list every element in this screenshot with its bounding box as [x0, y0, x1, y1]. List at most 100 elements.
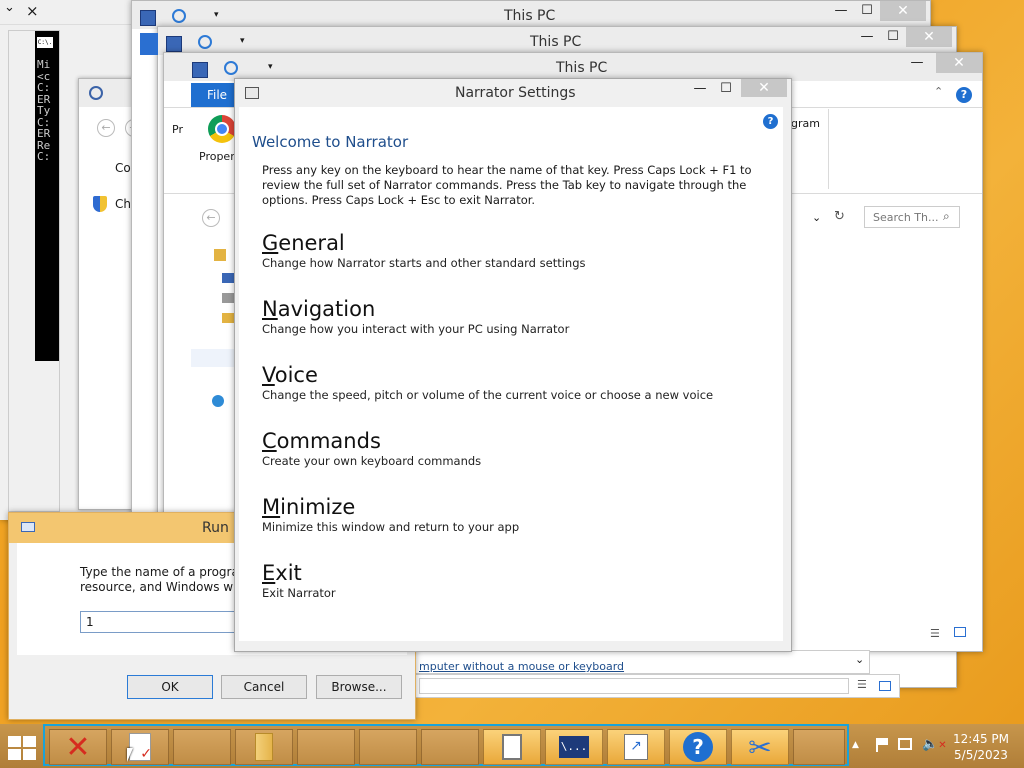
- cancel-button[interactable]: Cancel: [221, 675, 307, 699]
- search-box[interactable]: Search Th... ⌕: [864, 206, 960, 228]
- help-icon[interactable]: ?: [763, 114, 778, 129]
- minimize-button[interactable]: —: [904, 53, 930, 73]
- run-description-line1: Type the name of a program,: [80, 565, 255, 579]
- close-button[interactable]: ✕: [741, 79, 787, 97]
- scissors-icon: ✂: [748, 730, 772, 764]
- collapse-ribbon-icon[interactable]: ⌃: [934, 85, 943, 98]
- cmd-console: C:\. Mi <c C: ER Ty C: ER Re C:: [35, 31, 59, 361]
- ease-of-access-link[interactable]: mputer without a mouse or keyboard: [419, 660, 839, 673]
- folder-icon: [255, 733, 273, 761]
- back-arrow-icon[interactable]: ←: [97, 119, 115, 137]
- address-dropdown-icon[interactable]: ⌄: [812, 211, 821, 224]
- computer-icon: [192, 62, 208, 78]
- pictures-icon: [222, 313, 234, 323]
- voice-link[interactable]: Voice Change the speed, pitch or volume …: [262, 363, 713, 402]
- close-button[interactable]: ✕: [880, 1, 926, 21]
- mouse-cursor: [127, 748, 133, 762]
- commands-link[interactable]: Commands Create your own keyboard comman…: [262, 429, 481, 468]
- maximize-button[interactable]: ☐: [713, 79, 739, 99]
- search-icon[interactable]: ⌕: [943, 209, 950, 224]
- help-icon: ?: [683, 732, 713, 762]
- quick-access-icon: [214, 249, 226, 261]
- navigation-link[interactable]: Navigation Change how you interact with …: [262, 297, 569, 336]
- taskbar-app-explorer[interactable]: [235, 729, 293, 765]
- close-button[interactable]: ✕: [936, 53, 982, 73]
- run-input[interactable]: 1: [80, 611, 240, 633]
- narrator-content: ? Welcome to Narrator Press any key on t…: [239, 107, 783, 641]
- volume-muted-icon[interactable]: 🔈✕: [922, 737, 947, 752]
- windows-logo-icon: [8, 736, 21, 747]
- control-panel-icon: [89, 86, 103, 100]
- desktop-icon: [222, 273, 234, 283]
- taskbar-app-slot-5[interactable]: [297, 729, 355, 765]
- ease-of-access-link-strip: mputer without a mouse or keyboard ⌄: [414, 650, 870, 674]
- clock-time: 12:45 PM: [953, 732, 1009, 746]
- taskbar-app-slot-7[interactable]: [421, 729, 479, 765]
- shortcut-arrow-icon: ↗: [624, 734, 648, 760]
- system-clock[interactable]: 12:45 PM 5/5/2023: [950, 732, 1012, 762]
- shield-icon: [93, 196, 107, 212]
- action-center-flag-icon[interactable]: [876, 738, 890, 752]
- internet-explorer-icon[interactable]: [172, 9, 186, 23]
- taskbar-app-group: ✕ ✓ \... ↗ ? ✂: [43, 724, 849, 766]
- large-icons-view-icon[interactable]: [954, 627, 966, 637]
- taskbar-app-document[interactable]: ✓: [111, 729, 169, 765]
- narrator-title: Narrator Settings: [455, 85, 576, 101]
- dropdown-icon[interactable]: ⌄: [855, 653, 864, 666]
- network-icon[interactable]: [898, 738, 912, 750]
- large-icons-view-icon[interactable]: [879, 681, 891, 691]
- run-title: Run: [202, 520, 229, 536]
- network-icon: [212, 395, 224, 407]
- ok-button[interactable]: OK: [127, 675, 213, 699]
- documents-icon: [222, 293, 234, 303]
- maximize-button[interactable]: ☐: [880, 27, 906, 47]
- window-title: This PC: [504, 8, 556, 24]
- back-arrow-icon[interactable]: ←: [202, 209, 220, 227]
- computer-icon: [166, 36, 182, 52]
- taskbar-app-error[interactable]: ✕: [49, 729, 107, 765]
- taskbar-app-clipboard[interactable]: [483, 729, 541, 765]
- taskbar-app-snipping-tool[interactable]: ✂: [731, 729, 789, 765]
- minimize-button[interactable]: —: [828, 1, 854, 21]
- clipboard-icon: [502, 734, 522, 760]
- minimize-link[interactable]: Minimize Minimize this window and return…: [262, 495, 519, 534]
- dropdown-icon[interactable]: ▾: [214, 10, 219, 20]
- details-view-icon[interactable]: ☰: [857, 678, 867, 691]
- properties-label[interactable]: Proper: [199, 150, 235, 163]
- command-prompt-icon: \...: [559, 736, 589, 758]
- computer-icon: [140, 10, 156, 26]
- narrator-settings-window: Narrator Settings — ☐ ✕ ? Welcome to Nar…: [234, 78, 792, 652]
- taskbar-app-slot-6[interactable]: [359, 729, 417, 765]
- minimize-button[interactable]: —: [687, 79, 713, 99]
- internet-explorer-icon[interactable]: [198, 35, 212, 49]
- taskbar-app-slot-13[interactable]: [793, 729, 845, 765]
- cmd-icon: C:\.: [37, 37, 53, 48]
- maximize-button[interactable]: ☐: [854, 1, 880, 21]
- status-bar: ☰: [414, 674, 900, 698]
- internet-explorer-icon[interactable]: [224, 61, 238, 75]
- taskbar-app-command[interactable]: \...: [545, 729, 603, 765]
- window-title: This PC: [530, 34, 582, 50]
- close-icon[interactable]: ×: [26, 2, 39, 20]
- taskbar-app-slot-3[interactable]: [173, 729, 231, 765]
- close-button[interactable]: ✕: [906, 27, 952, 47]
- dropdown-icon[interactable]: ▾: [268, 62, 273, 72]
- general-link[interactable]: General Change how Narrator starts and o…: [262, 231, 586, 270]
- run-description-line2: resource, and Windows will o: [80, 580, 255, 594]
- help-icon[interactable]: ?: [956, 87, 972, 103]
- start-button[interactable]: [8, 736, 38, 760]
- program-fragment: gram: [791, 117, 820, 130]
- refresh-icon[interactable]: ↻: [834, 209, 845, 224]
- chrome-icon: [208, 115, 236, 143]
- exit-link[interactable]: Exit Exit Narrator: [262, 561, 336, 600]
- dropdown-icon[interactable]: ▾: [240, 36, 245, 46]
- clock-date: 5/5/2023: [954, 748, 1008, 762]
- chevron-down-icon[interactable]: ⌄: [4, 0, 15, 15]
- minimize-button[interactable]: —: [854, 27, 880, 47]
- taskbar-app-shortcut[interactable]: ↗: [607, 729, 665, 765]
- search-input[interactable]: Search Th...: [873, 211, 938, 224]
- taskbar-app-help[interactable]: ?: [669, 729, 727, 765]
- show-hidden-icons-button[interactable]: ▲: [852, 740, 859, 750]
- details-view-icon[interactable]: ☰: [930, 627, 940, 640]
- browse-button[interactable]: Browse...: [316, 675, 402, 699]
